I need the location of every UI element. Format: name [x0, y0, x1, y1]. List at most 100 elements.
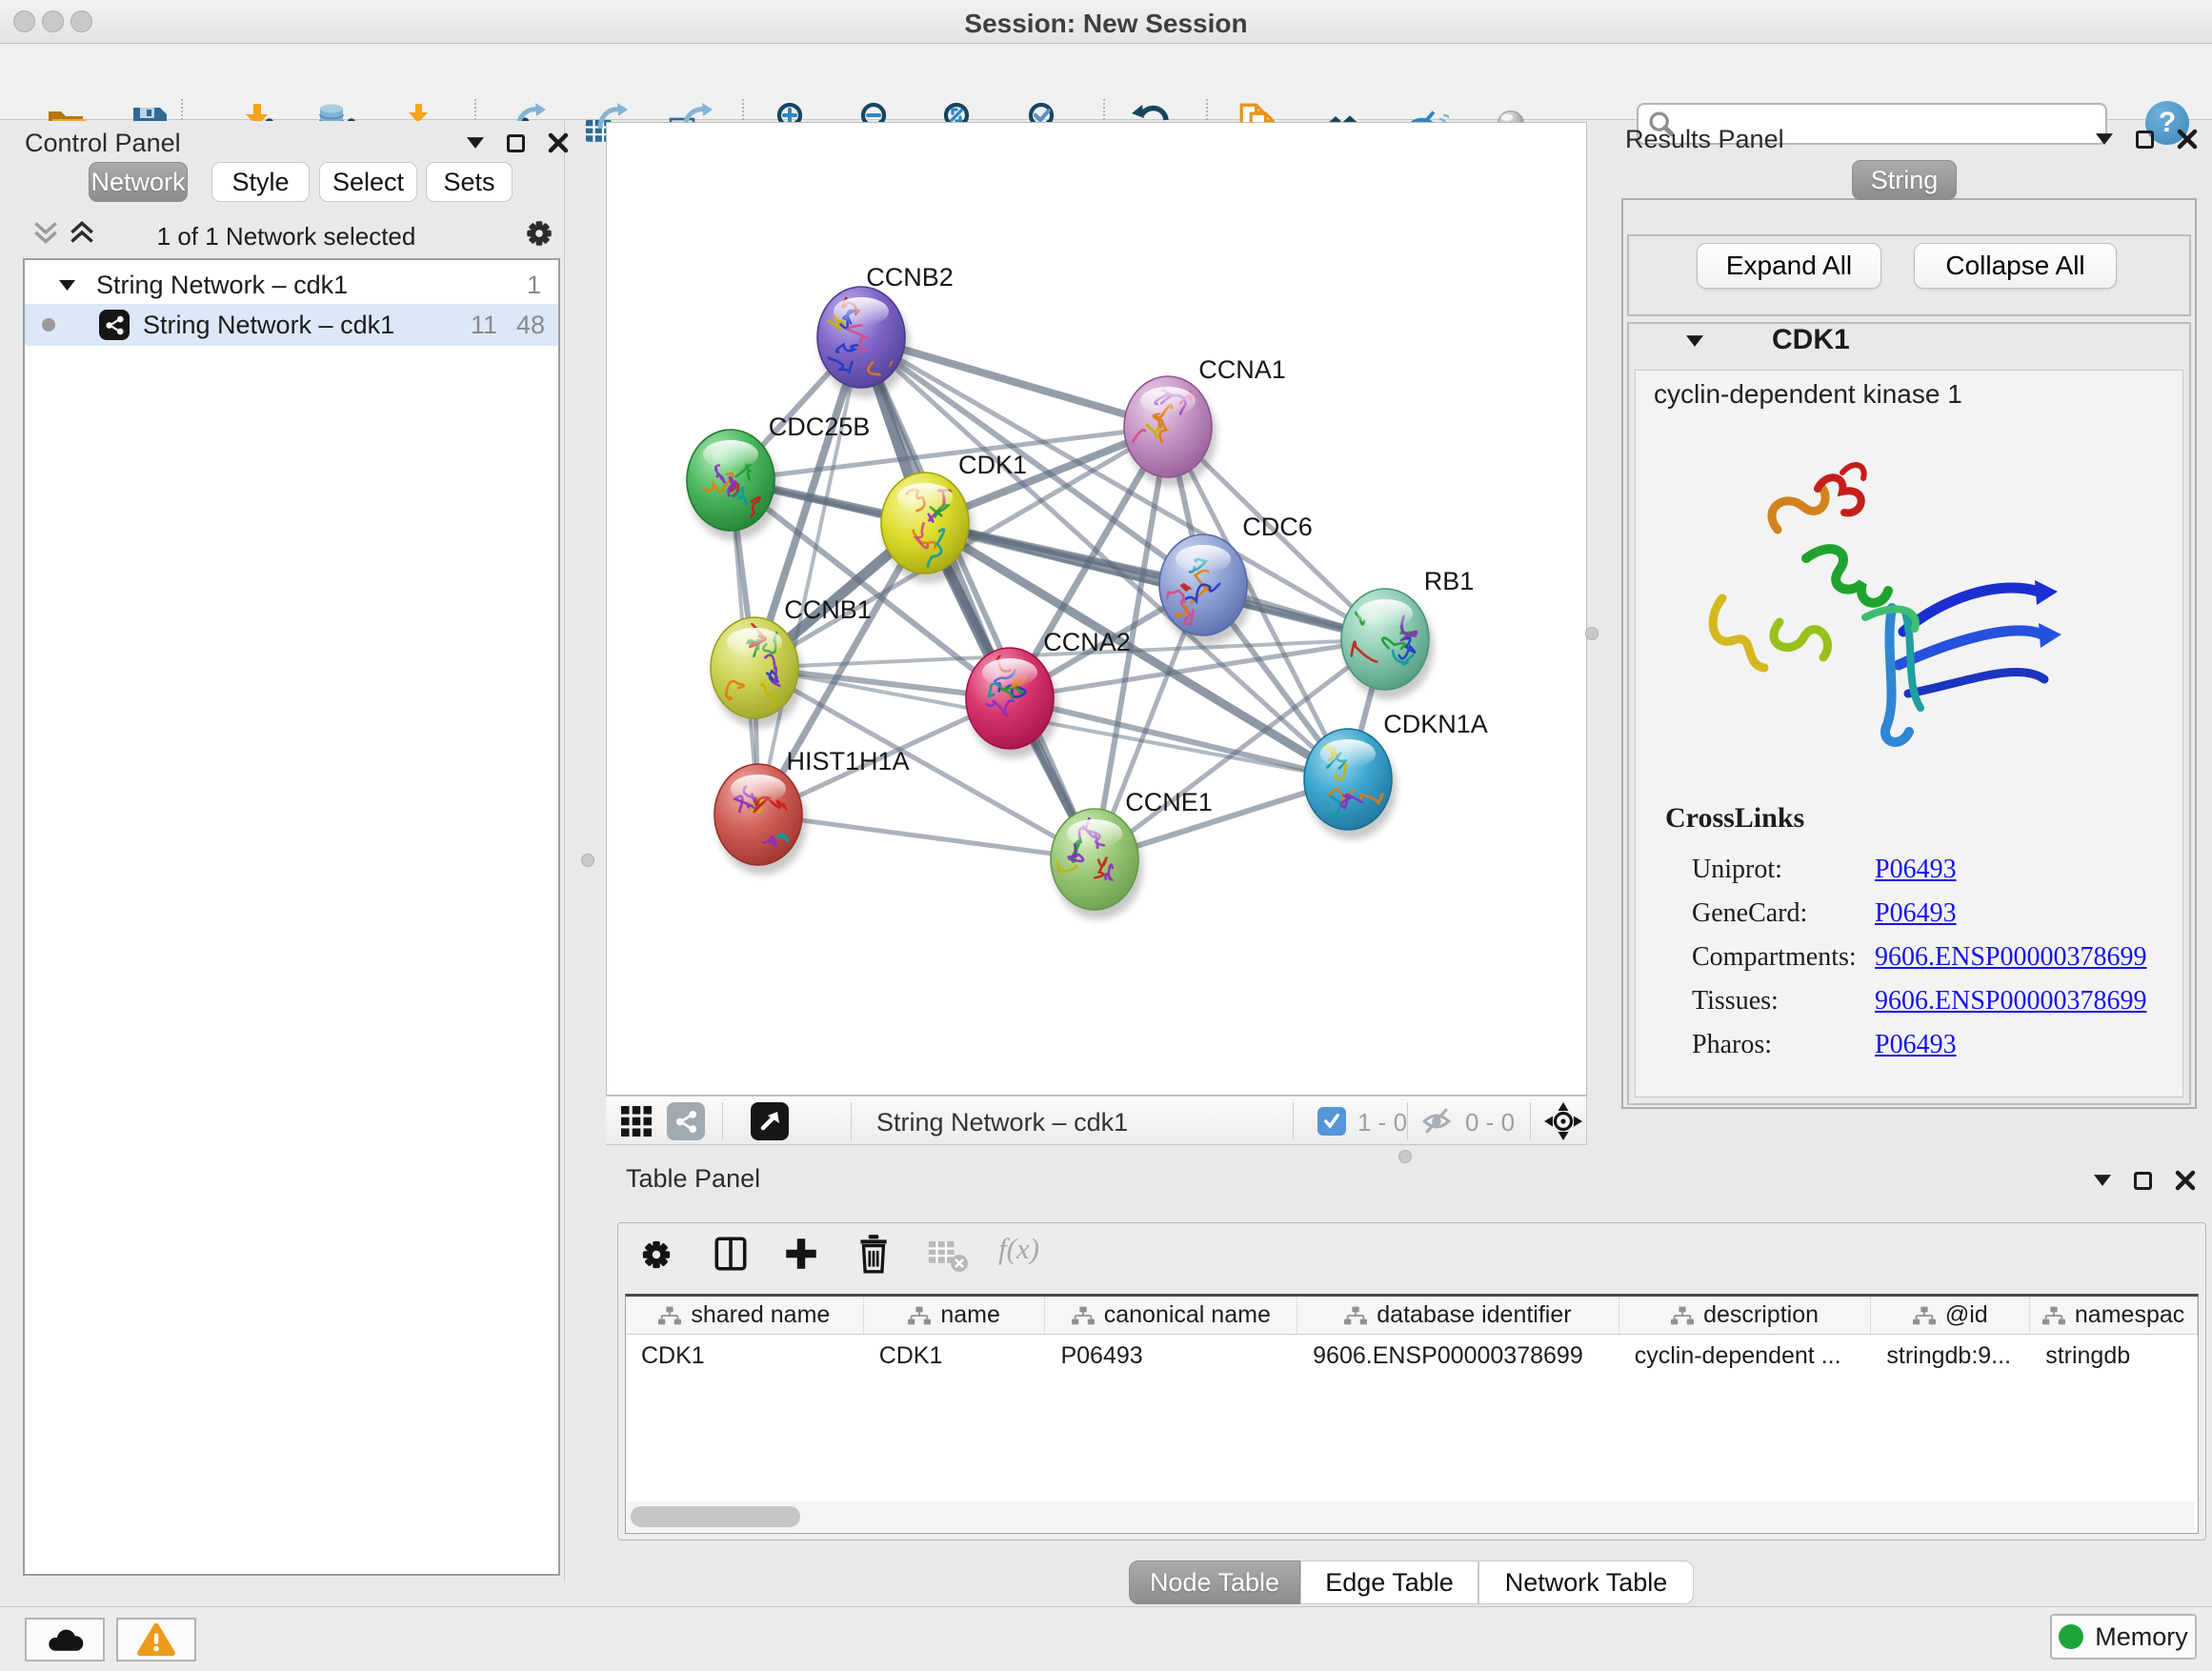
- statusbar-divider: [1530, 1102, 1531, 1140]
- table-cell[interactable]: stringdb:9...: [1871, 1335, 2030, 1377]
- panel-close-icon[interactable]: [2177, 129, 2198, 150]
- tab-edge-table[interactable]: Edge Table: [1300, 1560, 1478, 1604]
- tab-network[interactable]: Network: [89, 162, 188, 202]
- warnings-button[interactable]: [116, 1618, 196, 1661]
- network-canvas[interactable]: CCNB2CCNA1CDC25BCDK1CDC6RB1CCNB1CCNA2CDK…: [606, 122, 1587, 1096]
- cytoscape-window: Session: New Session ? Control Panel: [0, 0, 2212, 1671]
- crosslink-value-link[interactable]: 9606.ENSP00000378699: [1875, 942, 2146, 973]
- function-builder-icon-disabled: f(x): [998, 1232, 1039, 1266]
- table-cell[interactable]: 9606.ENSP00000378699: [1297, 1335, 1619, 1377]
- birds-eye-view-icon[interactable]: [751, 1102, 789, 1140]
- column-header-namespac[interactable]: namespac: [2030, 1297, 2198, 1334]
- panel-menu-icon[interactable]: [2094, 1175, 2111, 1186]
- column-type-icon: [2042, 1306, 2065, 1325]
- tab-sets[interactable]: Sets: [426, 162, 513, 202]
- statusbar-divider: [1407, 1102, 1408, 1140]
- column-type-icon: [908, 1306, 931, 1325]
- collection-label: String Network – cdk1: [96, 271, 348, 300]
- memory-button[interactable]: Memory: [2050, 1614, 2197, 1660]
- tab-style[interactable]: Style: [211, 162, 310, 202]
- column-header-shared-name[interactable]: shared name: [626, 1297, 864, 1334]
- panel-float-icon[interactable]: [2136, 131, 2154, 149]
- column-header-label: canonical name: [1104, 1301, 1271, 1329]
- node-label-CDC6: CDC6: [1242, 513, 1313, 541]
- window-title: Session: New Session: [0, 9, 2212, 39]
- panel-close-icon[interactable]: [2175, 1170, 2196, 1191]
- table-scrollbar-thumb[interactable]: [631, 1506, 800, 1527]
- node-label-RB1: RB1: [1424, 567, 1475, 595]
- cloud-status-button[interactable]: [25, 1618, 105, 1661]
- table-panel-title: Table Panel: [626, 1164, 760, 1194]
- crosslink-value-link[interactable]: 9606.ENSP00000378699: [1875, 986, 2146, 1017]
- column-header-description[interactable]: description: [1619, 1297, 1872, 1334]
- hidden-eye-icon[interactable]: [1421, 1107, 1452, 1136]
- splitter-handle[interactable]: [1398, 1150, 1412, 1163]
- delete-table-icon-disabled: [928, 1239, 970, 1274]
- crosslink-value-link[interactable]: P06493: [1875, 855, 1957, 885]
- network-options-gear-icon[interactable]: [522, 216, 556, 251]
- column-header-name[interactable]: name: [864, 1297, 1046, 1334]
- delete-column-icon[interactable]: [854, 1232, 894, 1276]
- selected-checkbox-icon[interactable]: [1317, 1107, 1346, 1136]
- tab-string-results[interactable]: String: [1852, 160, 1957, 200]
- column-header-database-identifier[interactable]: database identifier: [1297, 1297, 1619, 1334]
- crosslink-row: Compartments:9606.ENSP00000378699: [1692, 936, 2187, 979]
- panel-menu-icon[interactable]: [2096, 133, 2113, 145]
- crosshair-icon[interactable]: [1542, 1100, 1584, 1142]
- network-row-selected[interactable]: String Network – cdk1 11 48: [25, 304, 558, 346]
- crosslink-value-link[interactable]: P06493: [1875, 898, 1957, 929]
- crosslink-label: Pharos:: [1692, 1030, 1875, 1060]
- title-bar: Session: New Session: [0, 0, 2212, 44]
- crosslink-row: GeneCard:P06493: [1692, 892, 2187, 936]
- column-header-canonical-name[interactable]: canonical name: [1045, 1297, 1297, 1334]
- node-label-CCNB2: CCNB2: [866, 263, 954, 292]
- table-cell[interactable]: CDK1: [626, 1335, 864, 1377]
- collection-expand-icon[interactable]: [59, 280, 75, 291]
- table-options-gear-icon[interactable]: [637, 1236, 675, 1274]
- network-collection-row[interactable]: String Network – cdk1 1: [25, 266, 558, 304]
- node-label-CDC25B: CDC25B: [769, 413, 871, 441]
- collapse-all-button[interactable]: Collapse All: [1914, 243, 2117, 289]
- crosslink-value-link[interactable]: P06493: [1875, 1030, 1957, 1060]
- add-column-icon[interactable]: [781, 1234, 821, 1274]
- tab-node-table[interactable]: Node Table: [1129, 1560, 1300, 1604]
- grid-view-icon[interactable]: [621, 1106, 652, 1137]
- panel-float-icon[interactable]: [507, 134, 525, 152]
- node-label-CDK1: CDK1: [958, 451, 1027, 479]
- splitter-handle[interactable]: [581, 854, 594, 867]
- node-label-HIST1H1A: HIST1H1A: [786, 747, 909, 775]
- show-columns-icon[interactable]: [711, 1234, 751, 1274]
- node-label-CCNA1: CCNA1: [1198, 355, 1286, 384]
- expand-all-button[interactable]: Expand All: [1697, 243, 1881, 289]
- table-cell[interactable]: stringdb: [2030, 1335, 2198, 1377]
- table-row[interactable]: CDK1CDK1P064939606.ENSP00000378699cyclin…: [626, 1335, 2198, 1377]
- table-horizontal-scrollbar[interactable]: [627, 1501, 2195, 1532]
- gene-symbol: CDK1: [1772, 324, 1850, 356]
- table-cell[interactable]: CDK1: [864, 1335, 1046, 1377]
- gene-description: cyclin-dependent kinase 1: [1654, 379, 1962, 410]
- splitter-handle[interactable]: [1585, 627, 1599, 640]
- column-type-icon: [1913, 1306, 1936, 1325]
- column-header-label: namespac: [2075, 1301, 2184, 1329]
- statusbar-divider: [722, 1102, 723, 1140]
- gene-collapse-icon[interactable]: [1686, 335, 1703, 347]
- panel-float-icon[interactable]: [2134, 1172, 2152, 1190]
- table-cell[interactable]: cyclin-dependent ...: [1619, 1335, 1872, 1377]
- node-table: shared name name canonical name database id…: [625, 1294, 2199, 1534]
- tab-select[interactable]: Select: [319, 162, 417, 202]
- column-header-label: shared name: [691, 1301, 830, 1329]
- crosslink-row: Tissues:9606.ENSP00000378699: [1692, 979, 2187, 1023]
- crosslink-row: Uniprot:P06493: [1692, 848, 2187, 892]
- tab-network-table[interactable]: Network Table: [1478, 1560, 1694, 1604]
- results-panel-title: Results Panel: [1625, 125, 1784, 154]
- crosslink-label: Tissues:: [1692, 986, 1875, 1017]
- panel-close-icon[interactable]: [548, 132, 569, 153]
- network-selection-status: 1 of 1 Network selected: [8, 222, 565, 252]
- panel-menu-icon[interactable]: [467, 137, 484, 149]
- table-cell[interactable]: P06493: [1045, 1335, 1297, 1377]
- column-header--id[interactable]: @id: [1871, 1297, 2030, 1334]
- network-view-toolbar: String Network – cdk1 1 - 0 0 - 0: [606, 1096, 1587, 1145]
- warning-icon: [136, 1621, 176, 1658]
- statusbar-divider: [851, 1102, 852, 1140]
- string-badge-icon[interactable]: [667, 1102, 705, 1140]
